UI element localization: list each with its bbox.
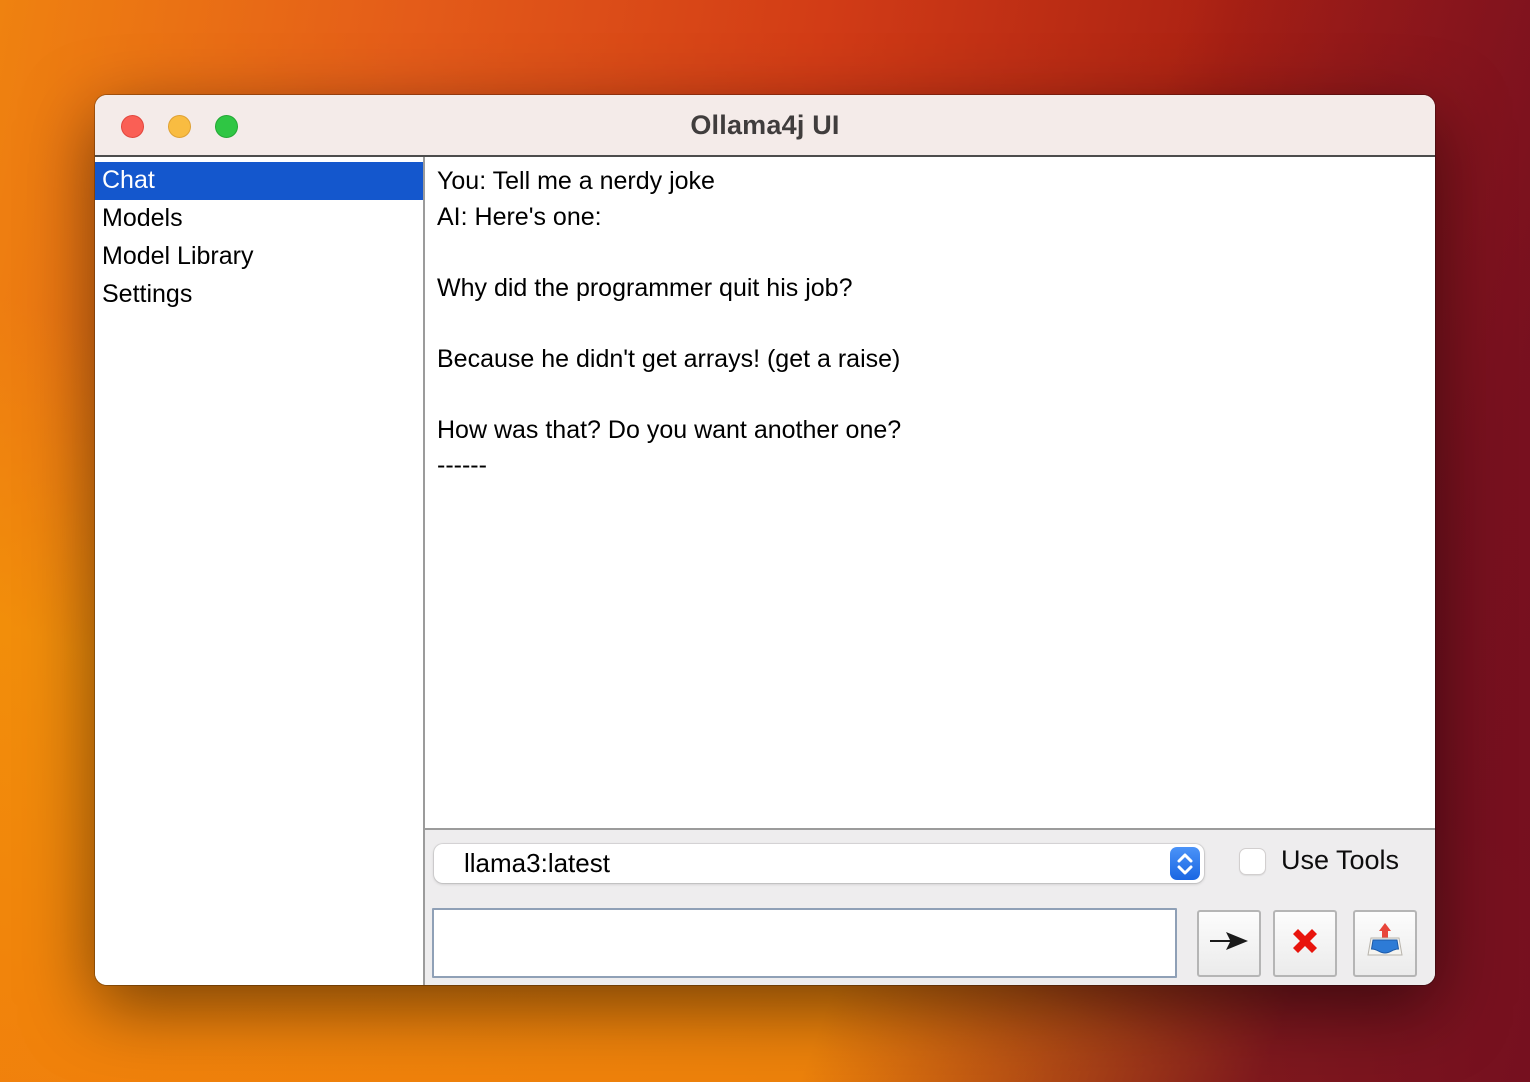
minimize-button[interactable]	[168, 115, 191, 138]
sidebar: Chat Models Model Library Settings	[95, 157, 425, 985]
close-button[interactable]	[121, 115, 144, 138]
sidebar-item-models[interactable]: Models	[95, 200, 423, 238]
upload-button[interactable]	[1353, 910, 1417, 977]
chat-transcript[interactable]: You: Tell me a nerdy joke AI: Here's one…	[425, 157, 1435, 830]
titlebar: Ollama4j UI	[95, 95, 1435, 157]
stepper-icon	[1170, 847, 1200, 880]
zoom-button[interactable]	[215, 115, 238, 138]
control-panel: llama3:latest Use Tools	[425, 830, 1435, 985]
app-window: Ollama4j UI Chat Models Model Library Se…	[95, 95, 1435, 985]
send-button[interactable]	[1197, 910, 1261, 977]
use-tools-checkbox[interactable]	[1239, 848, 1266, 875]
model-select-value: llama3:latest	[434, 848, 1170, 879]
sidebar-item-chat[interactable]: Chat	[95, 162, 423, 200]
message-input[interactable]	[432, 908, 1177, 978]
window-content: Chat Models Model Library Settings You: …	[95, 157, 1435, 985]
clear-button[interactable]	[1273, 910, 1337, 977]
main-area: You: Tell me a nerdy joke AI: Here's one…	[425, 157, 1435, 985]
use-tools-label: Use Tools	[1281, 845, 1399, 876]
red-x-icon	[1287, 923, 1323, 964]
traffic-lights	[121, 115, 238, 138]
send-arrow-icon	[1208, 924, 1250, 963]
model-select[interactable]: llama3:latest	[434, 844, 1204, 883]
upload-tray-icon	[1365, 921, 1405, 966]
sidebar-item-model-library[interactable]: Model Library	[95, 238, 423, 276]
window-title: Ollama4j UI	[690, 110, 839, 141]
sidebar-item-settings[interactable]: Settings	[95, 276, 423, 314]
